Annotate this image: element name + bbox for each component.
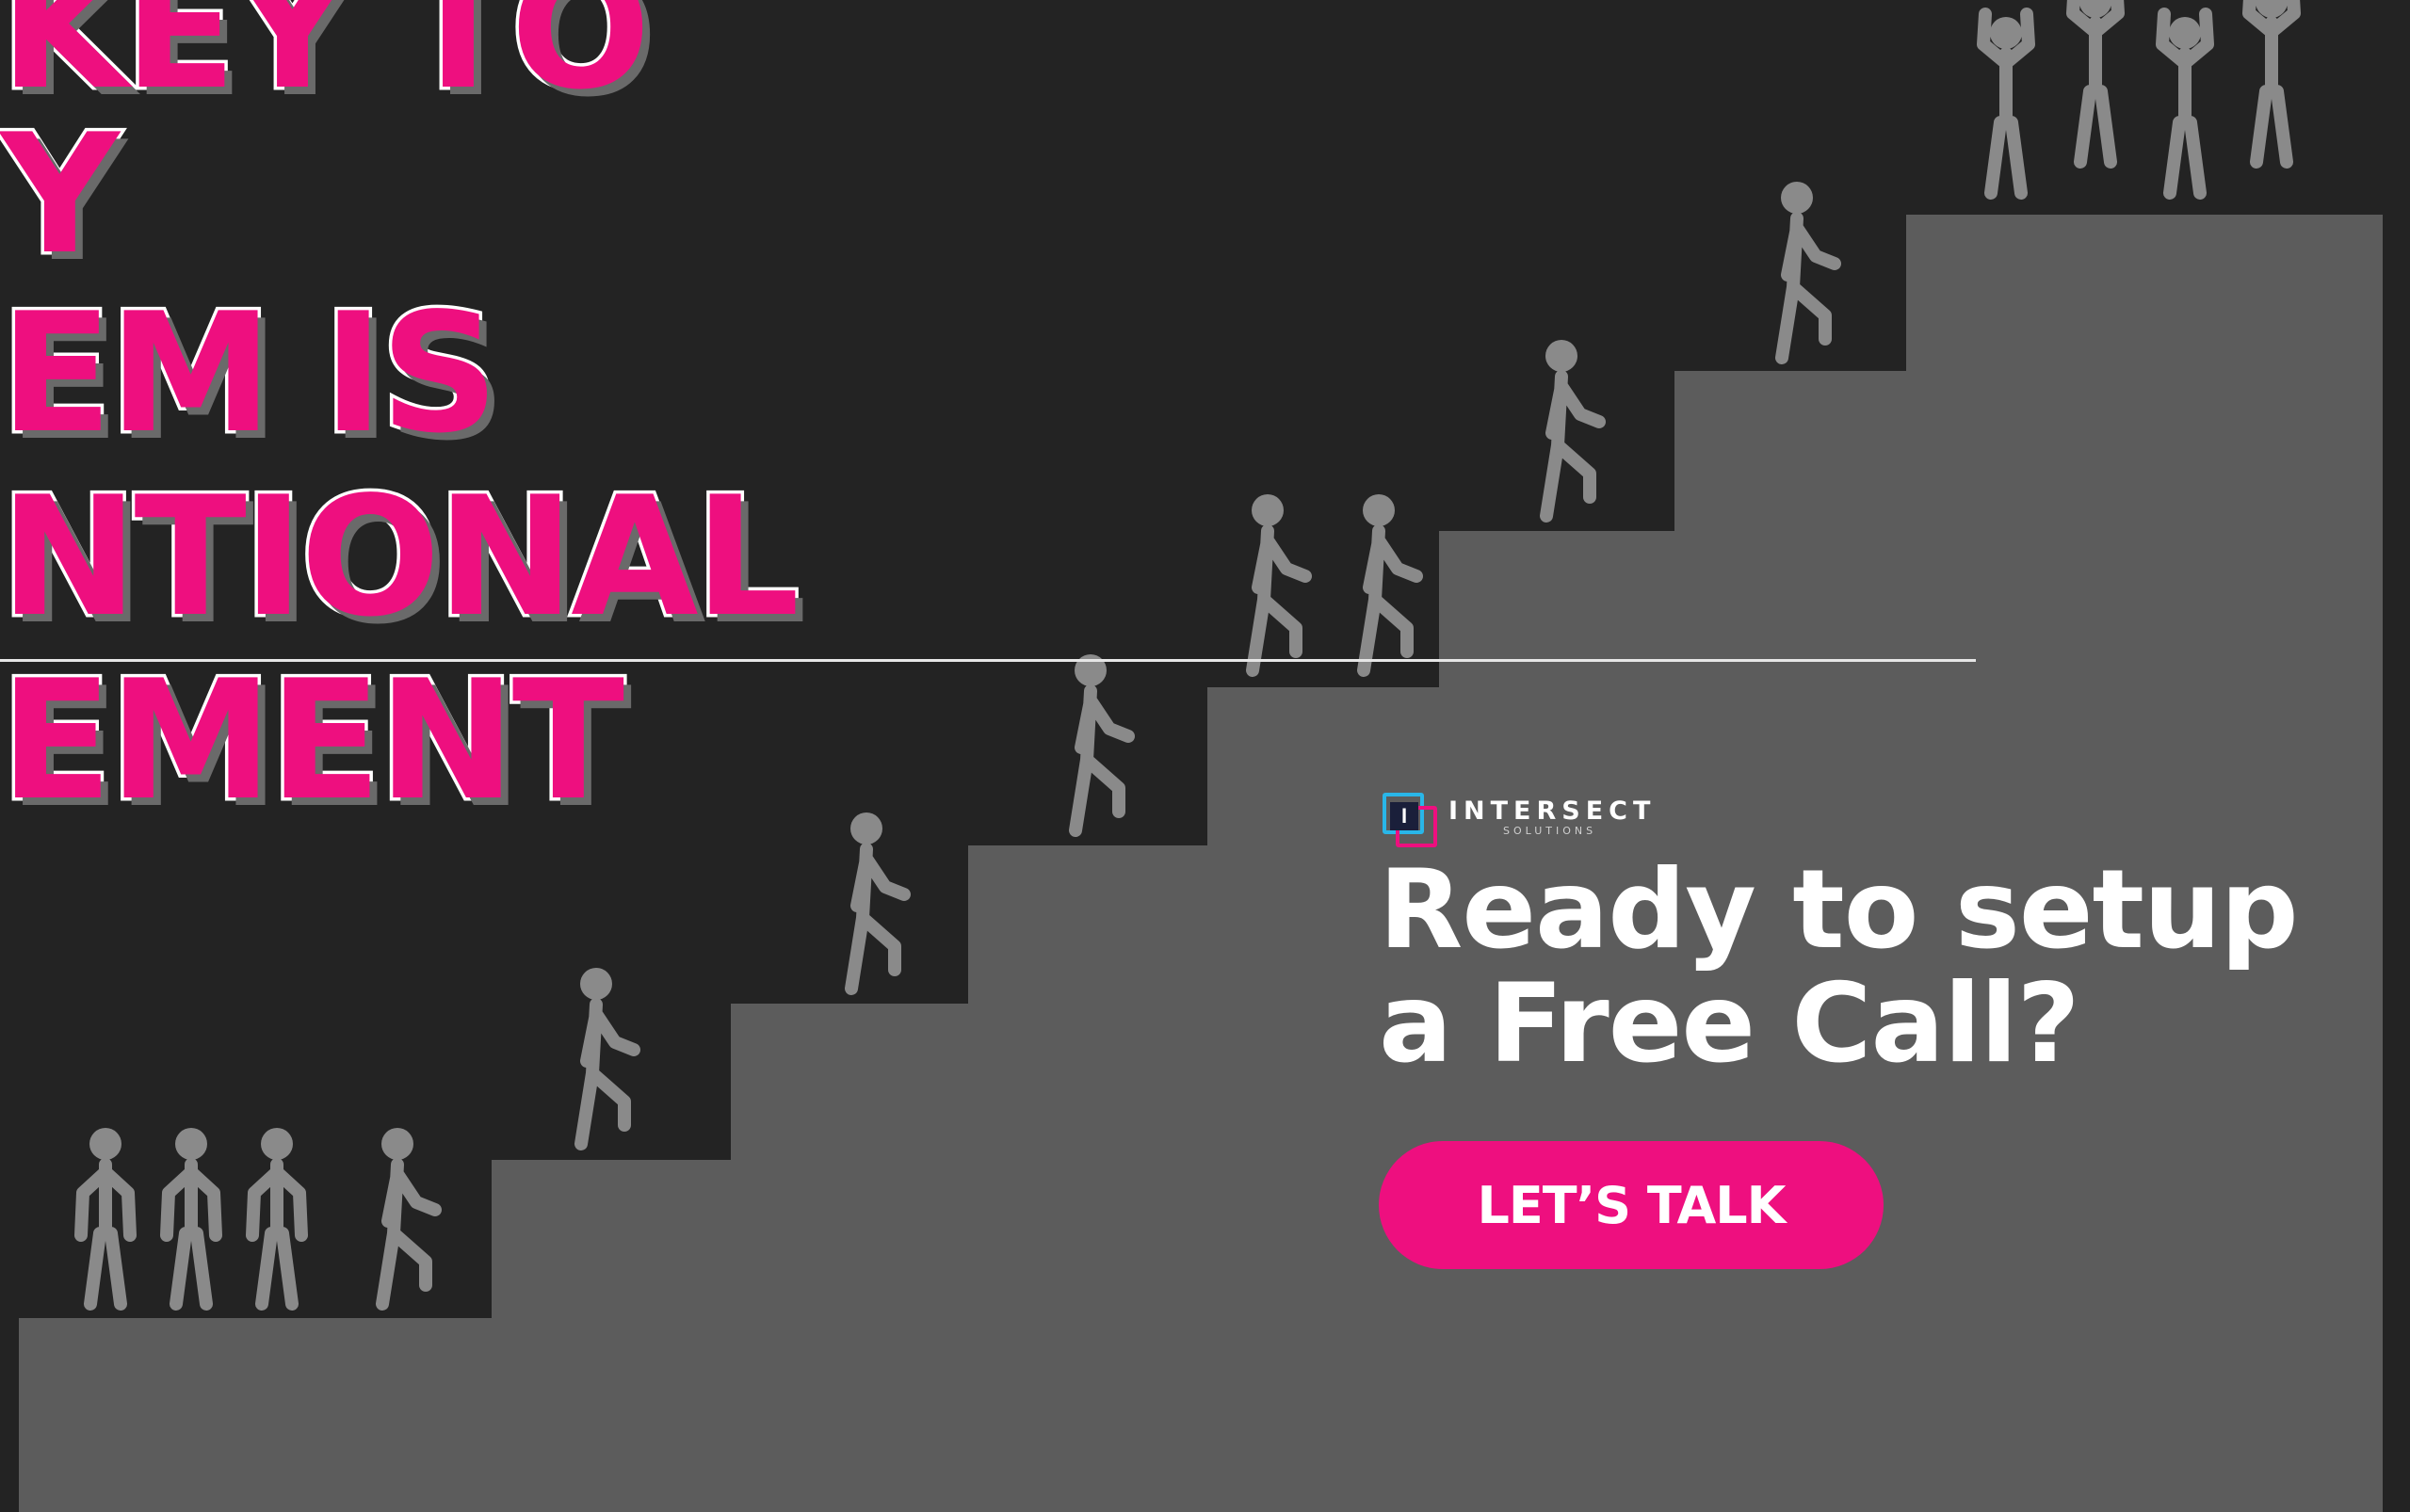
cheering-person-icon <box>2242 0 2301 169</box>
walking-person-icon <box>1246 494 1312 677</box>
person-figure-icon <box>74 1128 137 1311</box>
person-figure-icon <box>246 1128 308 1311</box>
person-figure-icon <box>160 1128 222 1311</box>
cheering-person-icon <box>1977 8 2035 200</box>
walking-person-icon <box>1069 654 1135 837</box>
divider-line <box>0 659 1976 662</box>
cheering-person-icon <box>2066 0 2125 169</box>
cta-title: Ready to setup a Free Call? <box>1379 846 2299 1087</box>
brand-logo[interactable]: I INTERSECT SOLUTIONS <box>1383 793 1657 847</box>
headline-line-4: NTIONAL <box>0 462 803 653</box>
banner: KEY TO Y EM IS NTIONAL EMENT I INTERSECT… <box>0 0 2410 1512</box>
headline-line-2: Y <box>0 100 122 291</box>
walking-person-icon <box>1540 340 1606 523</box>
walking-person-icon <box>574 968 640 1150</box>
intersect-logo-icon: I <box>1383 793 1437 847</box>
cta-title-line-2: a Free Call? <box>1379 960 2080 1087</box>
brand-name: INTERSECT <box>1448 796 1657 826</box>
walking-person-icon <box>1357 494 1423 677</box>
walking-person-icon <box>376 1128 442 1311</box>
walking-person-icon <box>845 812 911 995</box>
headline-line-5: EMENT <box>0 646 628 837</box>
walking-person-icon <box>1775 182 1841 364</box>
headline-line-3: EM IS <box>0 279 502 470</box>
lets-talk-button[interactable]: LET’S TALK <box>1379 1141 1884 1269</box>
headline-line-1: KEY TO <box>0 0 654 126</box>
cta-title-line-1: Ready to setup <box>1379 846 2299 973</box>
brand-tagline: SOLUTIONS <box>1503 825 1597 837</box>
cheering-person-icon <box>2156 8 2214 200</box>
